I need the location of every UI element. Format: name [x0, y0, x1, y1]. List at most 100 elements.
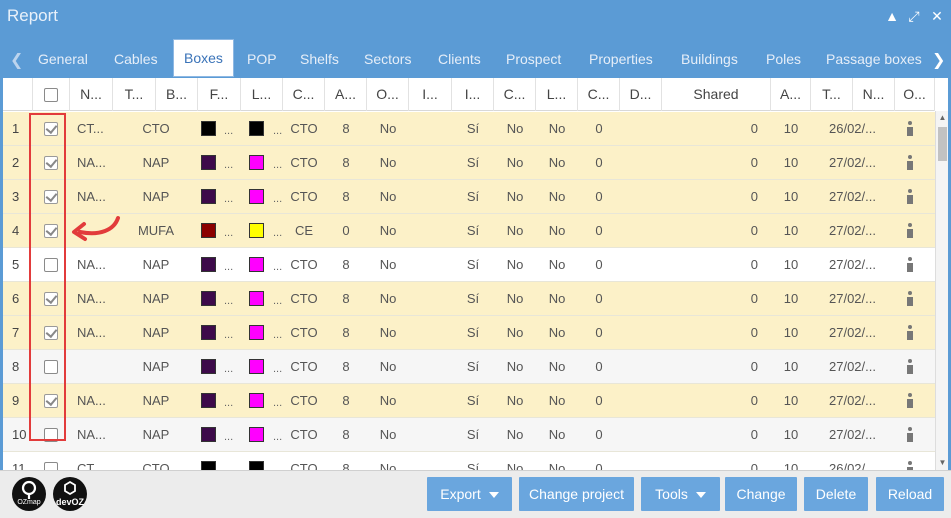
row-checkbox[interactable] — [44, 462, 58, 470]
column-header-7[interactable]: A... — [325, 78, 367, 111]
tools-button[interactable]: Tools — [641, 477, 720, 511]
tab-prospect[interactable]: Prospect — [506, 42, 561, 76]
tab-sectors[interactable]: Sectors — [364, 42, 411, 76]
minimize-icon[interactable]: ▲ — [883, 7, 901, 25]
cell-type: NAP — [142, 325, 170, 340]
cell-name: NA... — [77, 325, 106, 340]
cell-name: NA... — [77, 291, 106, 306]
tab-poles[interactable]: Poles — [766, 42, 801, 76]
chevron-down-icon — [695, 492, 706, 499]
info-icon[interactable] — [906, 291, 914, 307]
column-header-13[interactable]: C... — [578, 78, 620, 111]
select-all-checkbox[interactable] — [44, 88, 58, 102]
column-header-19[interactable]: O... — [895, 78, 935, 111]
cell-o: No — [379, 189, 397, 204]
scroll-up-icon[interactable]: ▲ — [938, 113, 947, 122]
tabs-scroll-left-icon[interactable]: ❮ — [10, 50, 23, 70]
column-header-18[interactable]: N... — [853, 78, 895, 111]
color-swatch — [201, 393, 216, 408]
scrollbar-thumb[interactable] — [938, 127, 947, 161]
cell-c: No — [506, 427, 524, 442]
expand-icon[interactable]: ⤢ — [905, 7, 923, 25]
column-header-5[interactable]: L... — [241, 78, 283, 111]
change-button[interactable]: Change — [725, 477, 797, 511]
column-header-4[interactable]: F... — [198, 78, 241, 111]
tab-boxes[interactable]: Boxes — [173, 39, 234, 77]
cell-shared: 0 — [750, 427, 758, 442]
reload-button[interactable]: Reload — [876, 477, 944, 511]
vertical-scrollbar[interactable]: ▲ ▼ — [935, 111, 948, 470]
cell-cat: CTO — [290, 325, 318, 340]
column-header-12[interactable]: L... — [536, 78, 578, 111]
table-row[interactable]: 6 NA... NAP CTO 8 No Sí No No 0 0 10 27/02/......... — [3, 282, 935, 316]
info-icon[interactable] — [906, 223, 914, 239]
table-row[interactable]: 2 NA... NAP CTO 8 No Sí No No 0 0 10 27/02/......... — [3, 146, 935, 180]
truncation-ellipsis: ... — [224, 125, 234, 137]
cell-name: CT... — [77, 121, 104, 136]
column-header-14[interactable]: D... — [620, 78, 662, 111]
tab-properties[interactable]: Properties — [589, 42, 653, 76]
table-row[interactable]: 11 CT... CTO CTO 8 No Sí No No 0 0 10 26/02/........… — [3, 452, 935, 470]
column-header-8[interactable]: O... — [367, 78, 409, 111]
info-icon[interactable] — [906, 189, 914, 205]
info-icon[interactable] — [906, 325, 914, 341]
cell-cat: CTO — [290, 291, 318, 306]
column-header-10[interactable]: I... — [452, 78, 494, 111]
table-row[interactable]: 1 CT... CTO CTO 8 No Sí No No 0 0 10 26/02/......... — [3, 112, 935, 146]
table-row[interactable]: 3 NA... NAP CTO 8 No Sí No No 0 0 10 27/02/......... — [3, 180, 935, 214]
cell-a: 8 — [342, 427, 350, 442]
truncation-ellipsis: ... — [273, 193, 283, 205]
table-row[interactable]: 5 NA... NAP CTO 8 No Sí No No 0 0 10 27/02/......... — [3, 248, 935, 282]
column-header-1[interactable]: N... — [70, 78, 113, 111]
info-icon[interactable] — [906, 427, 914, 443]
color-swatch — [249, 291, 264, 306]
table-row[interactable]: 4 MUFA CE 0 No Sí No No 0 0 10 27/02/......... — [3, 214, 935, 248]
column-header-16[interactable]: A... — [771, 78, 811, 111]
color-swatch — [249, 189, 264, 204]
tab-clients[interactable]: Clients — [438, 42, 481, 76]
info-icon[interactable] — [906, 393, 914, 409]
column-header-17[interactable]: T... — [811, 78, 853, 111]
truncation-ellipsis: ... — [273, 125, 283, 137]
tabs-scroll-right-icon[interactable]: ❯ — [932, 50, 945, 70]
table-row[interactable]: 7 NA... NAP CTO 8 No Sí No No 0 0 10 27/02/......... — [3, 316, 935, 350]
table-row[interactable]: 8 NAP CTO 8 No Sí No No 0 0 10 27/02/......... — [3, 350, 935, 384]
cell-c: No — [506, 189, 524, 204]
tab-passage-boxes[interactable]: Passage boxes — [826, 42, 922, 76]
table-row[interactable]: 10 NA... NAP CTO 8 No Sí No No 0 0 10 27/02/........… — [3, 418, 935, 452]
column-header-11[interactable]: C... — [494, 78, 536, 111]
info-icon[interactable] — [906, 121, 914, 137]
cell-a: 8 — [342, 393, 350, 408]
info-icon[interactable] — [906, 155, 914, 171]
tab-buildings[interactable]: Buildings — [681, 42, 738, 76]
column-header-9[interactable]: I... — [409, 78, 452, 111]
info-icon[interactable] — [906, 461, 914, 470]
cell-a: 0 — [342, 223, 350, 238]
export-button[interactable]: Export — [427, 477, 512, 511]
tab-shelfs[interactable]: Shelfs — [300, 42, 339, 76]
tab-cables[interactable]: Cables — [114, 42, 158, 76]
cell-date: 27/02/... — [829, 257, 876, 272]
column-header-6[interactable]: C... — [283, 78, 325, 111]
info-icon[interactable] — [906, 257, 914, 273]
cell-name: NA... — [77, 393, 106, 408]
column-header-15[interactable]: Shared — [662, 78, 771, 111]
tab-pop[interactable]: POP — [247, 42, 277, 76]
cell-a: 8 — [342, 155, 350, 170]
info-icon[interactable] — [906, 359, 914, 375]
cell-date: 26/02/... — [829, 461, 876, 470]
column-header-2[interactable]: T... — [113, 78, 156, 111]
cell-a2: 10 — [783, 427, 799, 442]
change-project-button[interactable]: Change project — [519, 477, 634, 511]
close-icon[interactable]: ✕ — [928, 7, 946, 25]
cell-cat: CTO — [290, 121, 318, 136]
truncation-ellipsis: ... — [224, 452, 233, 470]
cell-type: NAP — [142, 189, 170, 204]
scroll-down-icon[interactable]: ▼ — [938, 458, 947, 467]
delete-button[interactable]: Delete — [804, 477, 868, 511]
column-header-3[interactable]: B... — [156, 78, 198, 111]
window-titlebar: Report ▲ ⤢ ✕ — [0, 0, 951, 34]
table-row[interactable]: 9 NA... NAP CTO 8 No Sí No No 0 0 10 27/02/......... — [3, 384, 935, 418]
tab-general[interactable]: General — [38, 42, 88, 76]
cell-l: No — [548, 427, 566, 442]
